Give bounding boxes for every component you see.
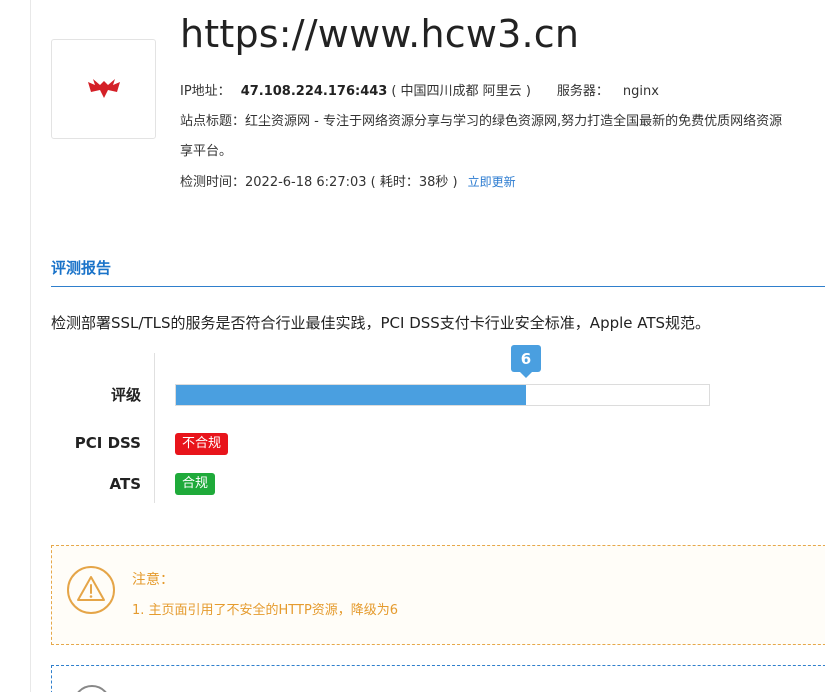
- site-url-title: https://www.hcw3.cn: [180, 12, 580, 56]
- ip-line: IP地址： 47.108.224.176:443( 中国四川成都 阿里云 ) 服务器…: [180, 80, 659, 99]
- warning-notice: 注意： 1. 主页面引用了不安全的HTTP资源，降级为6: [51, 545, 825, 645]
- refresh-link[interactable]: 立即更新: [468, 175, 516, 189]
- ats-label: ATS: [109, 475, 141, 493]
- notice-item: 1. 主页面引用了不安全的HTTP资源，降级为6: [132, 603, 399, 618]
- check-time: 检测时间：2022-6-18 6:27:03 ( 耗时：38秒 ): [180, 175, 458, 190]
- label-divider: [154, 353, 155, 503]
- ip-value: 47.108.224.176:443: [240, 84, 388, 99]
- grade-value-bubble: 6: [510, 345, 541, 378]
- left-divider: [30, 0, 31, 692]
- pci-dss-status-badge: 不合规: [175, 433, 229, 455]
- notice-title: 注意：: [132, 572, 174, 588]
- info-circle-icon: [77, 685, 107, 692]
- info-notice: [51, 665, 825, 692]
- ip-location: ( 中国四川成都 阿里云 ): [391, 84, 531, 99]
- grade-bar-fill: [176, 385, 526, 405]
- grade-bar: [175, 384, 710, 406]
- ip-label: IP地址：: [180, 84, 231, 99]
- grade-label: 评级: [110, 386, 141, 404]
- winged-logo-icon: [87, 79, 120, 98]
- ats-status-badge: 合规: [175, 473, 216, 495]
- warning-triangle-icon: [67, 566, 115, 614]
- report-description: 检测部署SSL/TLS的服务是否符合行业最佳实践，PCI DSS支付卡行业安全标…: [51, 314, 711, 332]
- section-divider: [51, 286, 825, 287]
- site-title-line-2: 享平台。: [180, 144, 233, 159]
- site-title-line-1: 站点标题：红尘资源网 - 专注于网络资源分享与学习的绿色资源网,努力打造全国最新…: [180, 114, 783, 129]
- check-time-line: 检测时间：2022-6-18 6:27:03 ( 耗时：38秒 ) 立即更新: [180, 171, 516, 190]
- pci-dss-label: PCI DSS: [74, 434, 141, 452]
- report-page: https://www.hcw3.cn IP地址： 47.108.224.176:…: [0, 0, 825, 692]
- site-logo: [51, 39, 156, 139]
- server-label: 服务器：: [556, 84, 609, 99]
- section-title: 评测报告: [51, 259, 112, 277]
- server-value: nginx: [622, 84, 659, 99]
